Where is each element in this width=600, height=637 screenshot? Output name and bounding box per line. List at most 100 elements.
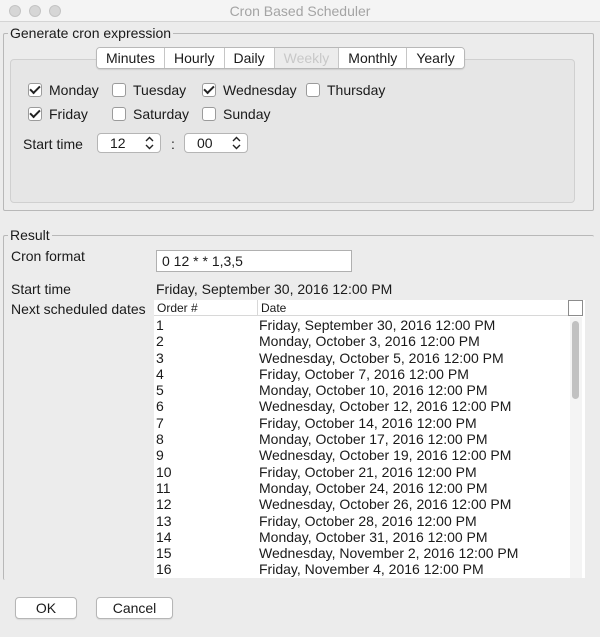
checkbox-monday[interactable]: Monday	[28, 82, 99, 98]
table-row[interactable]: 16 Friday, November 4, 2016 12:00 PM	[154, 561, 568, 577]
date-cell: Monday, October 31, 2016 12:00 PM	[259, 528, 488, 545]
checkbox-sunday-label: Sunday	[223, 106, 271, 122]
order-cell: 11	[156, 479, 171, 496]
checkbox-sunday-box[interactable]	[202, 107, 216, 121]
column-header-date[interactable]: Date	[257, 300, 568, 316]
checkbox-friday-label: Friday	[49, 106, 88, 122]
tab-weekly[interactable]: Weekly	[274, 48, 340, 68]
checkbox-sunday[interactable]: Sunday	[202, 106, 270, 122]
table-row[interactable]: 11 Monday, October 24, 2016 12:00 PM	[154, 480, 568, 496]
table-row[interactable]: 3 Wednesday, October 5, 2016 12:00 PM	[154, 350, 568, 366]
schedule-tabs: Minutes Hourly Daily Weekly Monthly Year…	[96, 47, 465, 69]
order-cell: 4	[156, 365, 164, 382]
vertical-scrollbar[interactable]	[570, 317, 582, 578]
spinner-arrows-icon[interactable]	[145, 136, 154, 150]
hour-value: 12	[110, 135, 126, 151]
scrollbar-thumb[interactable]	[572, 321, 579, 399]
tab-yearly[interactable]: Yearly	[407, 48, 464, 68]
table-row[interactable]: 6 Wednesday, October 12, 2016 12:00 PM	[154, 398, 568, 414]
date-cell: Wednesday, October 5, 2016 12:00 PM	[259, 349, 504, 366]
date-cell: Wednesday, November 2, 2016 12:00 PM	[259, 545, 519, 562]
checkbox-saturday[interactable]: Saturday	[112, 106, 189, 122]
checkbox-friday[interactable]: Friday	[28, 106, 88, 122]
checkbox-tuesday-label: Tuesday	[133, 82, 187, 98]
date-cell: Friday, October 21, 2016 12:00 PM	[259, 463, 477, 480]
checkbox-monday-label: Monday	[49, 82, 99, 98]
order-cell: 5	[156, 382, 164, 399]
start-time-result-label: Start time	[11, 281, 71, 297]
order-cell: 3	[156, 349, 164, 366]
tab-hourly[interactable]: Hourly	[165, 48, 225, 68]
table-row[interactable]: 1 Friday, September 30, 2016 12:00 PM	[154, 317, 568, 333]
date-cell: Friday, September 30, 2016 12:00 PM	[259, 317, 496, 333]
checkbox-friday-box[interactable]	[28, 107, 42, 121]
checkbox-wednesday-box[interactable]	[202, 83, 216, 97]
table-row[interactable]: 10 Friday, October 21, 2016 12:00 PM	[154, 464, 568, 480]
table-row[interactable]: 12 Wednesday, October 26, 2016 12:00 PM	[154, 496, 568, 512]
table-row[interactable]: 15 Wednesday, November 2, 2016 12:00 PM	[154, 545, 568, 561]
date-cell: Monday, October 3, 2016 12:00 PM	[259, 333, 480, 350]
start-time-result-value: Friday, September 30, 2016 12:00 PM	[156, 281, 393, 297]
table-row[interactable]: 2 Monday, October 3, 2016 12:00 PM	[154, 333, 568, 349]
date-cell: Friday, October 28, 2016 12:00 PM	[259, 512, 477, 529]
table-row[interactable]: 4 Friday, October 7, 2016 12:00 PM	[154, 366, 568, 382]
date-cell: Friday, October 7, 2016 12:00 PM	[259, 365, 469, 382]
cron-format-field[interactable]: 0 12 * * 1,3,5	[156, 250, 352, 272]
order-cell: 2	[156, 333, 164, 350]
tab-daily[interactable]: Daily	[224, 48, 275, 68]
order-cell: 15	[156, 545, 172, 562]
cron-format-label: Cron format	[11, 248, 85, 264]
tab-minutes[interactable]: Minutes	[97, 48, 166, 68]
checkbox-tuesday[interactable]: Tuesday	[112, 82, 186, 98]
checkbox-thursday-box[interactable]	[306, 83, 320, 97]
minute-value: 00	[197, 135, 213, 151]
table-row[interactable]: 5 Monday, October 10, 2016 12:00 PM	[154, 382, 568, 398]
order-cell: 13	[156, 512, 172, 529]
cancel-button[interactable]: Cancel	[96, 597, 173, 619]
table-header: Order # Date	[154, 300, 568, 316]
order-cell: 10	[156, 463, 172, 480]
order-cell: 7	[156, 414, 164, 431]
ok-button[interactable]: OK	[15, 597, 77, 619]
checkbox-wednesday-label: Wednesday	[223, 82, 297, 98]
title-bar: Cron Based Scheduler	[0, 0, 600, 22]
date-cell: Friday, October 14, 2016 12:00 PM	[259, 414, 477, 431]
column-header-order[interactable]: Order #	[154, 300, 257, 316]
date-cell: Wednesday, October 12, 2016 12:00 PM	[259, 398, 512, 415]
minute-spinner[interactable]: 00	[184, 133, 248, 153]
order-cell: 6	[156, 398, 164, 415]
date-cell: Monday, October 24, 2016 12:00 PM	[259, 479, 488, 496]
table-row[interactable]: 8 Monday, October 17, 2016 12:00 PM	[154, 431, 568, 447]
table-row[interactable]: 9 Wednesday, October 19, 2016 12:00 PM	[154, 447, 568, 463]
table-body: 1 Friday, September 30, 2016 12:00 PM 2 Mon…	[154, 317, 568, 578]
start-time-label: Start time	[23, 136, 83, 152]
checkbox-tuesday-box[interactable]	[112, 83, 126, 97]
checkbox-wednesday[interactable]: Wednesday	[202, 82, 297, 98]
checkbox-monday-box[interactable]	[28, 83, 42, 97]
date-cell: Monday, October 17, 2016 12:00 PM	[259, 431, 488, 448]
order-cell: 14	[156, 528, 172, 545]
date-cell: Friday, November 4, 2016 12:00 PM	[259, 561, 484, 578]
result-group-title: Result	[8, 226, 52, 244]
table-row[interactable]: 13 Friday, October 28, 2016 12:00 PM	[154, 513, 568, 529]
order-cell: 1	[156, 317, 164, 333]
order-cell: 12	[156, 496, 172, 513]
table-corner-button[interactable]	[568, 300, 583, 316]
checkbox-thursday[interactable]: Thursday	[306, 82, 385, 98]
table-row[interactable]: 7 Friday, October 14, 2016 12:00 PM	[154, 415, 568, 431]
scheduled-dates-table: Order # Date 1 Friday, September 30, 2016…	[154, 300, 585, 578]
next-dates-label: Next scheduled dates	[11, 301, 146, 317]
generate-group-title: Generate cron expression	[8, 24, 174, 42]
order-cell: 16	[156, 561, 172, 578]
window-title: Cron Based Scheduler	[229, 3, 371, 19]
table-row[interactable]: 14 Monday, October 31, 2016 12:00 PM	[154, 529, 568, 545]
checkbox-saturday-box[interactable]	[112, 107, 126, 121]
date-cell: Wednesday, October 19, 2016 12:00 PM	[259, 447, 512, 464]
checkbox-thursday-label: Thursday	[327, 82, 386, 98]
checkbox-saturday-label: Saturday	[133, 106, 190, 122]
spinner-arrows-icon[interactable]	[232, 136, 241, 150]
tab-monthly[interactable]: Monthly	[339, 48, 408, 68]
order-cell: 9	[156, 447, 164, 464]
tab-content-panel	[10, 59, 575, 203]
hour-spinner[interactable]: 12	[97, 133, 161, 153]
